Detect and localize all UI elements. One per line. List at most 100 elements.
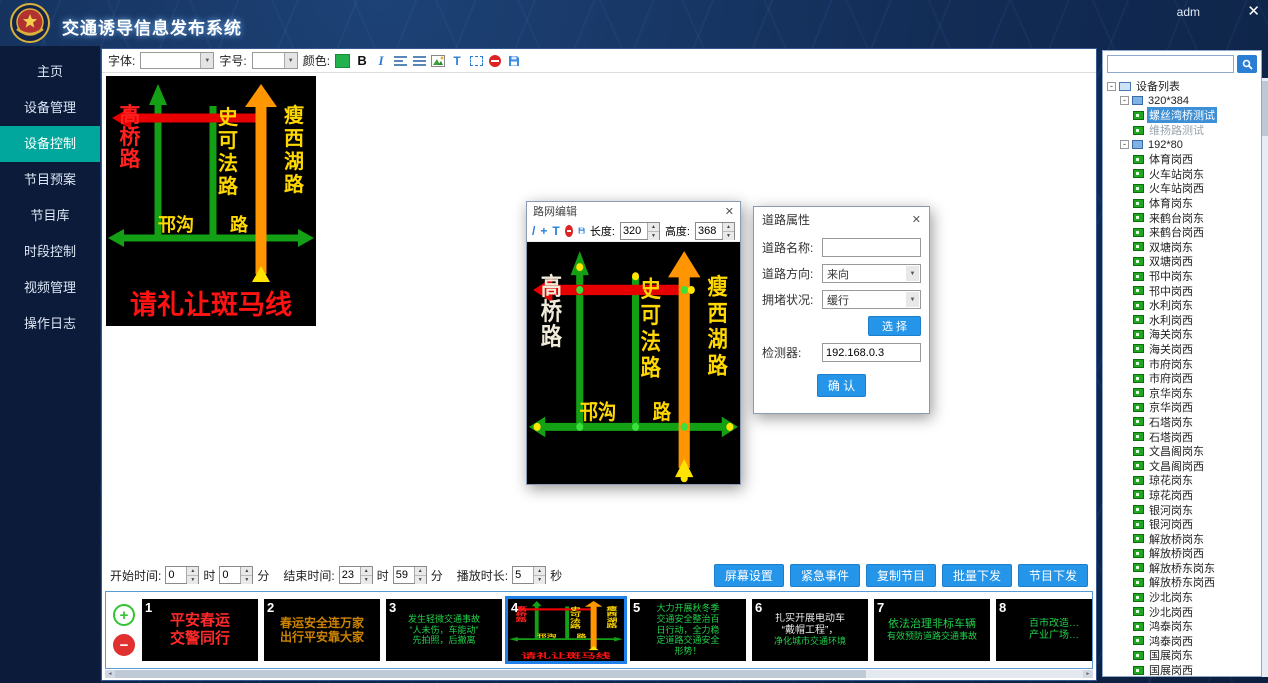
tree-item-1-23[interactable]: 琼花岗西 [1103, 488, 1261, 503]
tree-item-1-21[interactable]: 文昌阁岗西 [1103, 458, 1261, 473]
insert-image-icon[interactable] [431, 55, 445, 67]
tree-item-root[interactable]: -设备列表 [1103, 79, 1261, 94]
step-up-icon[interactable]: ▲ [415, 567, 426, 576]
road-name-input[interactable] [822, 238, 921, 257]
stepper-arrows[interactable]: ▲▼ [414, 567, 426, 583]
step-up-icon[interactable]: ▲ [361, 567, 372, 576]
text-tool[interactable]: T [552, 224, 559, 238]
tree-item-group-1[interactable]: -192*80 [1103, 137, 1261, 152]
start-hour-input[interactable] [166, 567, 186, 583]
tree-item-1-31[interactable]: 沙北岗西 [1103, 604, 1261, 619]
length-input[interactable] [621, 223, 647, 239]
fit-box-icon[interactable] [469, 56, 483, 66]
tree-item-1-15[interactable]: 市府岗西 [1103, 371, 1261, 386]
tree-item-0-0[interactable]: 螺丝湾桥测试 [1103, 108, 1261, 123]
duration-stepper[interactable]: ▲▼ [512, 566, 546, 584]
stepper-arrows[interactable]: ▲▼ [240, 567, 252, 583]
tree-item-1-3[interactable]: 体育岗东 [1103, 196, 1261, 211]
device-search-input[interactable] [1107, 55, 1234, 73]
tree-item-1-28[interactable]: 解放桥东岗东 [1103, 561, 1261, 576]
tree-item-1-11[interactable]: 水利岗西 [1103, 313, 1261, 328]
tree-item-1-17[interactable]: 京华岗西 [1103, 400, 1261, 415]
props-dialog-titlebar[interactable]: 道路属性 ✕ [754, 207, 929, 231]
tree-item-1-8[interactable]: 邗中岗东 [1103, 269, 1261, 284]
align-justify-icon[interactable] [412, 55, 426, 66]
action-button-0[interactable]: 屏幕设置 [714, 564, 784, 587]
tree-item-1-5[interactable]: 来鹤台岗西 [1103, 225, 1261, 240]
tree-item-1-12[interactable]: 海关岗东 [1103, 327, 1261, 342]
height-stepper[interactable]: ▲▼ [695, 222, 735, 240]
logged-in-user[interactable]: adm [1177, 5, 1200, 19]
tree-item-1-20[interactable]: 文昌阁岗东 [1103, 444, 1261, 459]
tree-item-0-1[interactable]: 维扬路测试 [1103, 123, 1261, 138]
action-button-3[interactable]: 批量下发 [942, 564, 1012, 587]
detector-input[interactable] [822, 343, 921, 362]
tree-item-1-16[interactable]: 京华岗东 [1103, 385, 1261, 400]
sidebar-item-3[interactable]: 节目预案 [0, 162, 100, 198]
vertical-scrollbar[interactable] [1262, 78, 1268, 677]
collapse-icon[interactable]: - [1120, 96, 1129, 105]
road-direction-select[interactable]: 来向 ▼ [822, 264, 921, 283]
sidebar-item-2[interactable]: 设备控制 [0, 126, 100, 162]
step-down-icon[interactable]: ▼ [648, 232, 659, 240]
tree-item-1-33[interactable]: 鸿泰岗西 [1103, 634, 1261, 649]
save-icon[interactable] [507, 55, 521, 67]
window-close-button[interactable]: ✕ [1247, 2, 1260, 20]
tree-item-1-24[interactable]: 银河岗东 [1103, 502, 1261, 517]
confirm-button[interactable]: 确 认 [817, 374, 866, 397]
playlist-item-1[interactable]: 1平安春运交警同行 [142, 599, 258, 661]
remove-program-button[interactable]: − [113, 634, 135, 656]
select-detector-button[interactable]: 选 择 [868, 316, 921, 336]
step-down-icon[interactable]: ▼ [187, 576, 198, 584]
length-stepper[interactable]: ▲▼ [620, 222, 660, 240]
playlist-item-7[interactable]: 7依法治理非标车辆有效预防道路交通事故 [874, 599, 990, 661]
align-left-icon[interactable] [393, 55, 407, 66]
move-tool[interactable]: + [540, 224, 547, 238]
tree-item-1-26[interactable]: 解放桥岗东 [1103, 531, 1261, 546]
tree-item-1-0[interactable]: 体育岗西 [1103, 152, 1261, 167]
tree-item-1-29[interactable]: 解放桥东岗西 [1103, 575, 1261, 590]
sidebar-item-1[interactable]: 设备管理 [0, 90, 100, 126]
text-tool-button[interactable]: T [450, 54, 464, 68]
collapse-icon[interactable]: - [1120, 140, 1129, 149]
action-button-1[interactable]: 紧急事件 [790, 564, 860, 587]
close-icon[interactable]: ✕ [912, 213, 921, 226]
playlist-item-8[interactable]: 8百市改造…产业广场… [996, 599, 1092, 661]
stepper-arrows[interactable]: ▲▼ [533, 567, 545, 583]
step-up-icon[interactable]: ▲ [187, 567, 198, 576]
tree-item-group-0[interactable]: -320*384 [1103, 94, 1261, 109]
playlist-item-2[interactable]: 2春运安全连万家出行平安靠大家 [264, 599, 380, 661]
scrollbar-thumb[interactable] [115, 670, 866, 678]
font-select[interactable]: ▼ [140, 52, 214, 69]
color-swatch[interactable] [335, 54, 350, 68]
tree-item-1-35[interactable]: 国展岗西 [1103, 663, 1261, 676]
close-icon[interactable]: ✕ [725, 205, 734, 218]
action-button-2[interactable]: 复制节目 [866, 564, 936, 587]
playlist-item-4[interactable]: 4高桥路史可法路瘦西湖路邗沟路请礼让斑马线 [508, 599, 624, 661]
tree-item-1-19[interactable]: 石塔岗西 [1103, 429, 1261, 444]
start-minute-input[interactable] [220, 567, 240, 583]
sidebar-item-0[interactable]: 主页 [0, 54, 100, 90]
end-minute-stepper[interactable]: ▲▼ [393, 566, 427, 584]
stepper-arrows[interactable]: ▲▼ [360, 567, 372, 583]
tree-item-1-32[interactable]: 鸿泰岗东 [1103, 619, 1261, 634]
scroll-right-icon[interactable]: ► [1083, 670, 1093, 678]
tree-item-1-30[interactable]: 沙北岗东 [1103, 590, 1261, 605]
step-up-icon[interactable]: ▲ [534, 567, 545, 576]
tree-item-1-7[interactable]: 双塘岗西 [1103, 254, 1261, 269]
no-entry-icon[interactable] [565, 225, 573, 237]
stepper-arrows[interactable]: ▲▼ [647, 223, 659, 239]
step-up-icon[interactable]: ▲ [723, 223, 734, 232]
step-down-icon[interactable]: ▼ [534, 576, 545, 584]
roadnet-dialog-titlebar[interactable]: 路网编辑 ✕ [527, 202, 740, 220]
sidebar-item-5[interactable]: 时段控制 [0, 234, 100, 270]
tree-item-1-13[interactable]: 海关岗西 [1103, 342, 1261, 357]
end-minute-input[interactable] [394, 567, 414, 583]
tree-item-1-6[interactable]: 双塘岗东 [1103, 240, 1261, 255]
duration-input[interactable] [513, 567, 533, 583]
stepper-arrows[interactable]: ▲▼ [722, 223, 734, 239]
search-button[interactable] [1237, 55, 1257, 73]
italic-button[interactable]: I [374, 53, 388, 69]
step-down-icon[interactable]: ▼ [361, 576, 372, 584]
stepper-arrows[interactable]: ▲▼ [186, 567, 198, 583]
